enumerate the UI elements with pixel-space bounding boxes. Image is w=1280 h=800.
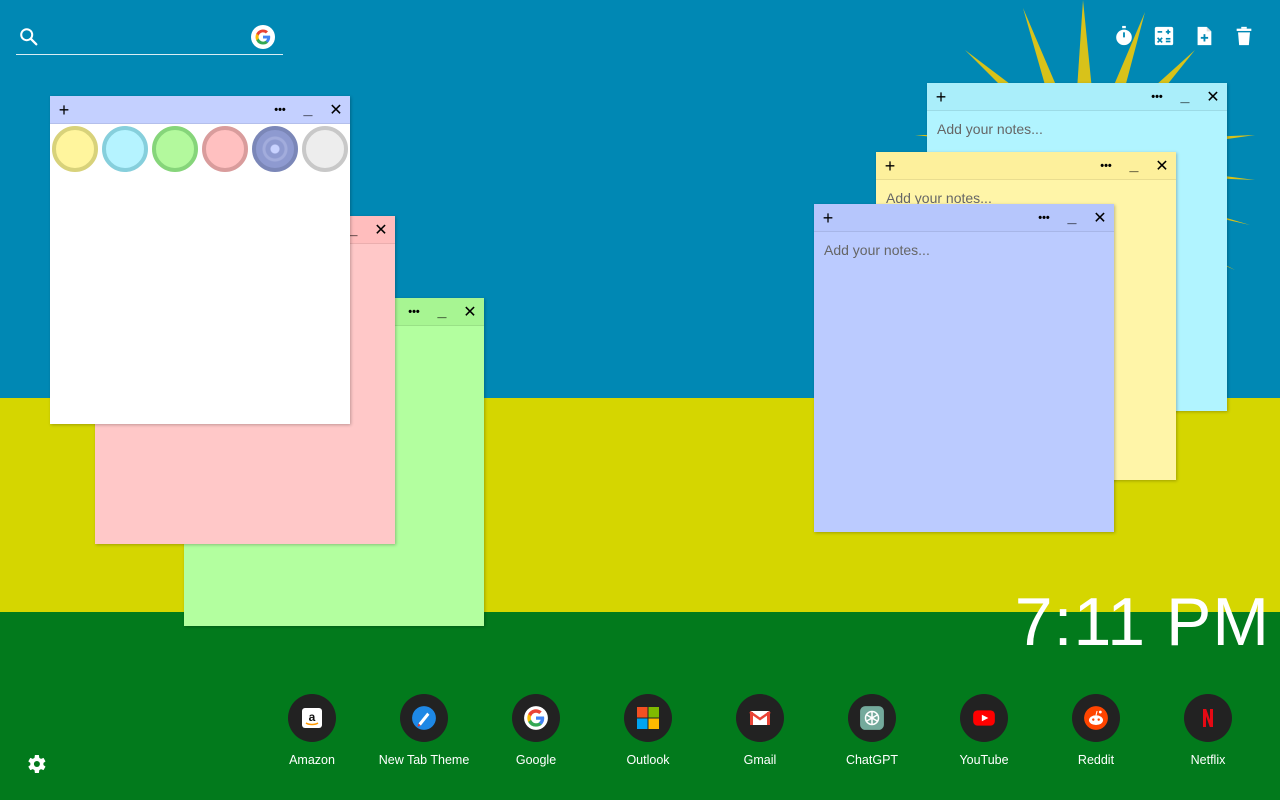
minimize-note-button[interactable]: _ <box>296 96 320 124</box>
settings-gear-icon[interactable] <box>24 752 48 776</box>
note-header[interactable]: + ••• _ ✕ <box>876 152 1176 180</box>
svg-text:a: a <box>309 710 316 724</box>
shortcut-gmail[interactable]: Gmail <box>710 694 810 774</box>
add-note-button[interactable]: + <box>816 204 840 232</box>
close-note-button[interactable]: ✕ <box>369 216 393 244</box>
shortcut-google[interactable]: Google <box>486 694 586 774</box>
shortcut-label: Gmail <box>743 753 777 767</box>
shortcut-new-tab-theme[interactable]: New Tab Theme <box>374 694 474 774</box>
color-swatch-cyan[interactable] <box>102 126 148 172</box>
close-note-button[interactable]: ✕ <box>1088 204 1112 232</box>
trash-icon[interactable] <box>1230 22 1258 50</box>
shortcut-label: ChatGPT <box>845 753 899 767</box>
shortcut-label: Google <box>515 753 557 767</box>
google-icon <box>512 694 560 742</box>
new-note-icon[interactable] <box>1190 22 1218 50</box>
shortcut-label: New Tab Theme <box>378 753 470 767</box>
note-body <box>814 232 1114 532</box>
shortcut-label: Amazon <box>289 753 335 767</box>
outlook-icon <box>624 694 672 742</box>
note-menu-button[interactable]: ••• <box>268 96 292 124</box>
shortcut-amazon[interactable]: a Amazon <box>262 694 362 774</box>
search-bar <box>16 22 283 55</box>
toolbar <box>1110 22 1260 50</box>
note-menu-button[interactable]: ••• <box>1145 83 1169 111</box>
gmail-icon <box>736 694 784 742</box>
shortcut-youtube[interactable]: YouTube <box>934 694 1034 774</box>
shortcut-outlook[interactable]: Outlook <box>598 694 698 774</box>
color-swatch-yellow[interactable] <box>52 126 98 172</box>
note-header[interactable]: + ••• _ ✕ <box>814 204 1114 232</box>
close-note-button[interactable]: ✕ <box>324 96 348 124</box>
note-text-area[interactable] <box>814 232 1114 532</box>
shortcut-reddit[interactable]: Reddit <box>1046 694 1146 774</box>
reddit-icon <box>1072 694 1120 742</box>
search-icon[interactable] <box>18 26 40 48</box>
note-header[interactable]: + ••• _ ✕ <box>50 96 350 124</box>
close-note-button[interactable]: ✕ <box>1150 152 1174 180</box>
shortcut-label: Reddit <box>1077 753 1115 767</box>
close-note-button[interactable]: ✕ <box>458 298 482 326</box>
sticky-note-blue: + ••• _ ✕ <box>814 204 1114 532</box>
minimize-note-button[interactable]: _ <box>1122 152 1146 180</box>
shortcut-label: Netflix <box>1190 753 1226 767</box>
shortcut-netflix[interactable]: Netflix <box>1158 694 1258 774</box>
sticky-note-color-picker: + ••• _ ✕ <box>50 96 350 424</box>
chatgpt-icon <box>848 694 896 742</box>
new-tab-theme-icon <box>400 694 448 742</box>
note-menu-button[interactable]: ••• <box>1094 152 1118 180</box>
search-input[interactable] <box>50 24 250 50</box>
close-note-button[interactable]: ✕ <box>1201 83 1225 111</box>
clock-time: 7:11 PM <box>1014 584 1270 660</box>
color-swatch-gray[interactable] <box>302 126 348 172</box>
google-search-icon[interactable] <box>251 25 275 49</box>
minimize-note-button[interactable]: _ <box>1060 204 1084 232</box>
minimize-note-button[interactable]: _ <box>430 298 454 326</box>
amazon-icon: a <box>288 694 336 742</box>
youtube-icon <box>960 694 1008 742</box>
add-note-button[interactable]: + <box>52 96 76 124</box>
shortcut-chatgpt[interactable]: ChatGPT <box>822 694 922 774</box>
note-header[interactable]: + ••• _ ✕ <box>927 83 1227 111</box>
note-menu-button[interactable]: ••• <box>402 298 426 326</box>
color-swatch-pink[interactable] <box>202 126 248 172</box>
color-swatch-row <box>50 124 350 176</box>
calculator-icon[interactable] <box>1150 22 1178 50</box>
add-note-button[interactable]: + <box>878 152 902 180</box>
note-menu-button[interactable]: ••• <box>1032 204 1056 232</box>
shortcut-label: Outlook <box>626 753 670 767</box>
timer-icon[interactable] <box>1110 22 1138 50</box>
add-note-button[interactable]: + <box>929 83 953 111</box>
netflix-icon <box>1184 694 1232 742</box>
color-swatch-blue[interactable] <box>252 126 298 172</box>
color-swatch-green[interactable] <box>152 126 198 172</box>
minimize-note-button[interactable]: _ <box>1173 83 1197 111</box>
shortcut-label: YouTube <box>959 753 1009 767</box>
